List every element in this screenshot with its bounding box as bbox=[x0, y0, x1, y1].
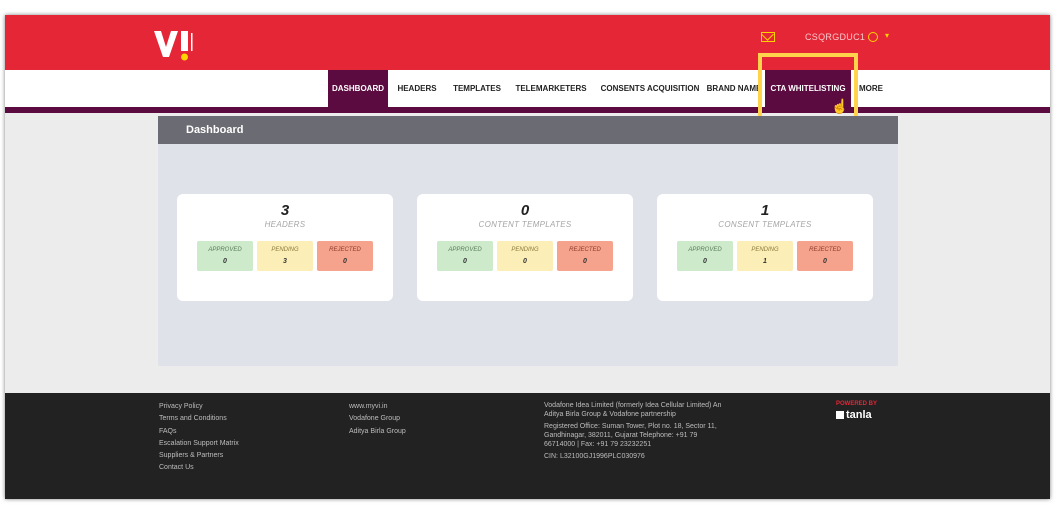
user-icon[interactable] bbox=[868, 32, 878, 42]
consent-templates-card[interactable]: 1 CONSENT TEMPLATES APPROVED 0 PENDING 1… bbox=[657, 194, 873, 301]
suppliers-link[interactable]: Suppliers & Partners bbox=[159, 450, 239, 462]
dashboard-panel: Dashboard 3 HEADERS APPROVED 0 PENDING 3… bbox=[158, 116, 898, 366]
pending-badge[interactable]: PENDING 0 bbox=[497, 241, 553, 271]
footer-company-info: Vodafone Idea Limited (formerly Idea Cel… bbox=[544, 401, 724, 464]
footer-external-links: www.myvi.in Vodafone Group Aditya Birla … bbox=[349, 401, 406, 438]
rejected-badge[interactable]: REJECTED 0 bbox=[317, 241, 373, 271]
footer: Privacy Policy Terms and Conditions FAQs… bbox=[5, 393, 1050, 499]
chevron-down-icon[interactable]: ▾ bbox=[885, 31, 889, 40]
card-count: 1 bbox=[760, 202, 770, 219]
terms-link[interactable]: Terms and Conditions bbox=[159, 413, 239, 425]
approved-badge[interactable]: APPROVED 0 bbox=[437, 241, 493, 271]
rejected-value: 0 bbox=[583, 258, 587, 265]
rejected-value: 0 bbox=[343, 258, 347, 265]
approved-badge[interactable]: APPROVED 0 bbox=[677, 241, 733, 271]
rejected-badge[interactable]: REJECTED 0 bbox=[797, 241, 853, 271]
user-name[interactable]: CSQRGDUC1 bbox=[805, 32, 865, 42]
pending-value: 0 bbox=[523, 258, 527, 265]
pending-badge[interactable]: PENDING 3 bbox=[257, 241, 313, 271]
rejected-label: REJECTED bbox=[809, 247, 841, 253]
app-window: CSQRGDUC1 ▾ DASHBOARD HEADERS TEMPLATES … bbox=[5, 15, 1050, 499]
hand-cursor-icon: ☝ bbox=[831, 98, 849, 114]
nav-headers[interactable]: HEADERS bbox=[393, 70, 441, 107]
vodafone-group-link[interactable]: Vodafone Group bbox=[349, 413, 406, 425]
registered-office: Registered Office: Suman Tower, Plot no.… bbox=[544, 423, 717, 448]
pending-value: 3 bbox=[283, 258, 287, 265]
approved-value: 0 bbox=[463, 258, 467, 265]
footer-links: Privacy Policy Terms and Conditions FAQs… bbox=[159, 401, 239, 475]
nav-templates[interactable]: TEMPLATES bbox=[451, 70, 503, 107]
card-label: CONTENT TEMPLATES bbox=[478, 220, 572, 229]
nav-dashboard[interactable]: DASHBOARD bbox=[328, 70, 388, 107]
aditya-birla-link[interactable]: Aditya Birla Group bbox=[349, 426, 406, 438]
nav-bar: DASHBOARD HEADERS TEMPLATES TELEMARKETER… bbox=[5, 70, 1050, 113]
pending-badge[interactable]: PENDING 1 bbox=[737, 241, 793, 271]
company-text: Vodafone Idea Limited (formerly Idea Cel… bbox=[544, 402, 722, 418]
tanla-text: tanla bbox=[846, 409, 872, 421]
card-label: CONSENT TEMPLATES bbox=[718, 220, 812, 229]
top-bar: CSQRGDUC1 ▾ bbox=[5, 15, 1050, 70]
pending-label: PENDING bbox=[511, 247, 539, 253]
cin-text: CIN: L32100GJ1996PLC030976 bbox=[544, 453, 645, 460]
nav-more[interactable]: MORE bbox=[855, 70, 887, 107]
escalation-matrix-link[interactable]: Escalation Support Matrix bbox=[159, 438, 239, 450]
nav-consents-acquisition[interactable]: CONSENTS ACQUISITION bbox=[595, 70, 705, 107]
rejected-value: 0 bbox=[823, 258, 827, 265]
content-templates-card[interactable]: 0 CONTENT TEMPLATES APPROVED 0 PENDING 0… bbox=[417, 194, 633, 301]
tanla-logo: tanla bbox=[836, 409, 872, 421]
approved-label: APPROVED bbox=[688, 247, 722, 253]
rejected-label: REJECTED bbox=[569, 247, 601, 253]
vi-logo[interactable] bbox=[152, 27, 202, 63]
contact-us-link[interactable]: Contact Us bbox=[159, 462, 239, 474]
approved-label: APPROVED bbox=[208, 247, 242, 253]
rejected-label: REJECTED bbox=[329, 247, 361, 253]
approved-label: APPROVED bbox=[448, 247, 482, 253]
approved-badge[interactable]: APPROVED 0 bbox=[197, 241, 253, 271]
card-label: HEADERS bbox=[264, 220, 306, 229]
nav-brand-name[interactable]: BRAND NAME bbox=[705, 70, 763, 107]
pending-label: PENDING bbox=[271, 247, 299, 253]
privacy-policy-link[interactable]: Privacy Policy bbox=[159, 401, 239, 413]
mail-icon[interactable] bbox=[761, 32, 775, 42]
rejected-badge[interactable]: REJECTED 0 bbox=[557, 241, 613, 271]
card-count: 0 bbox=[520, 202, 530, 219]
pending-value: 1 bbox=[763, 258, 767, 265]
tanla-icon bbox=[836, 411, 844, 419]
approved-value: 0 bbox=[223, 258, 227, 265]
card-count: 3 bbox=[280, 202, 290, 219]
approved-value: 0 bbox=[703, 258, 707, 265]
myvi-link[interactable]: www.myvi.in bbox=[349, 401, 406, 413]
panel-title: Dashboard bbox=[158, 116, 898, 144]
faqs-link[interactable]: FAQs bbox=[159, 426, 239, 438]
headers-card[interactable]: 3 HEADERS APPROVED 0 PENDING 3 REJECTED … bbox=[177, 194, 393, 301]
powered-by: POWERED BY bbox=[836, 401, 878, 407]
pending-label: PENDING bbox=[751, 247, 779, 253]
nav-telemarketers[interactable]: TELEMARKETERS bbox=[512, 70, 590, 107]
